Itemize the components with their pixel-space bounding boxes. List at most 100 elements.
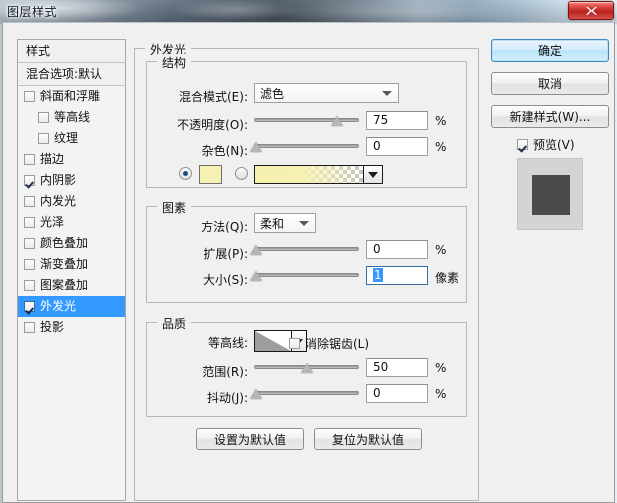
cancel-button[interactable]: 取消 (491, 72, 609, 95)
dialog-body: 样式 混合选项:默认 斜面和浮雕 等高线 纹理 描边 内阴影 内发光 光泽 颜色… (2, 22, 615, 503)
main-panel: 外发光 结构 混合模式(E): 滤色 不透明度(O): 75 % 杂色(N): (134, 39, 479, 501)
sidebar-item-bevel-emboss[interactable]: 斜面和浮雕 (18, 86, 125, 107)
sidebar-item-contour[interactable]: 等高线 (18, 107, 125, 128)
sidebar-item-label: 内阴影 (40, 173, 77, 187)
range-value: 50 (373, 360, 389, 374)
checkbox-texture[interactable] (38, 133, 49, 144)
jitter-value: 0 (373, 386, 381, 400)
sidebar-item-label: 内发光 (40, 194, 77, 208)
noise-input[interactable]: 0 (366, 137, 428, 156)
noise-value: 0 (373, 139, 381, 153)
antialias-label: 消除锯齿(L) (305, 337, 370, 351)
preview-thumbnail (517, 158, 583, 230)
checkbox-preview[interactable] (517, 139, 528, 150)
opacity-input[interactable]: 75 (366, 111, 428, 130)
sidebar-item-gradient-overlay[interactable]: 渐变叠加 (18, 254, 125, 275)
style-list-panel[interactable]: 样式 混合选项:默认 斜面和浮雕 等高线 纹理 描边 内阴影 内发光 光泽 颜色… (17, 39, 126, 501)
spread-label: 扩展(P): (203, 247, 248, 261)
reset-to-default-button[interactable]: 复位为默认值 (314, 428, 422, 450)
set-as-default-button[interactable]: 设置为默认值 (196, 428, 304, 450)
checkbox-stroke[interactable] (24, 154, 35, 165)
checkbox-bevel-emboss[interactable] (24, 91, 35, 102)
blend-mode-select[interactable]: 滤色 (254, 83, 399, 103)
new-style-button[interactable]: 新建样式(W)... (491, 105, 609, 128)
range-slider[interactable] (254, 359, 359, 375)
sidebar-item-outer-glow[interactable]: 外发光 (18, 296, 125, 317)
chevron-down-icon (368, 171, 378, 178)
ok-button[interactable]: 确定 (491, 39, 609, 62)
sidebar-item-label: 图案叠加 (40, 278, 89, 292)
elements-legend: 图素 (157, 199, 192, 216)
size-slider-track[interactable] (254, 273, 359, 277)
range-label: 范围(R): (202, 365, 248, 379)
checkbox-drop-shadow[interactable] (24, 322, 35, 333)
opacity-slider-thumb[interactable] (330, 116, 344, 127)
checkbox-inner-shadow[interactable] (24, 175, 35, 186)
size-unit: 像素 (435, 271, 460, 285)
opacity-value: 75 (373, 113, 389, 127)
sidebar-item-pattern-overlay[interactable]: 图案叠加 (18, 275, 125, 296)
checkbox-satin[interactable] (24, 217, 35, 228)
preview-label: 预览(V) (533, 138, 575, 152)
antialias-checkbox-row[interactable]: 消除锯齿(L) (289, 335, 369, 352)
sidebar-item-label: 纹理 (54, 131, 79, 145)
spread-unit: % (435, 243, 447, 257)
window-title: 图层样式 (7, 5, 58, 19)
gradient-picker[interactable] (254, 165, 383, 184)
spread-slider-thumb[interactable] (250, 245, 263, 256)
gradient-preview[interactable] (255, 166, 363, 183)
sidebar-item-texture[interactable]: 纹理 (18, 128, 125, 149)
checkbox-antialias[interactable] (289, 338, 300, 349)
noise-label: 杂色(N): (201, 144, 248, 158)
checkbox-color-overlay[interactable] (24, 238, 35, 249)
sidebar-item-color-overlay[interactable]: 颜色叠加 (18, 233, 125, 254)
noise-slider[interactable] (250, 138, 359, 154)
checkbox-outer-glow[interactable] (24, 301, 35, 312)
spread-slider[interactable] (250, 241, 359, 257)
noise-slider-track[interactable] (254, 144, 359, 148)
opacity-slider[interactable] (254, 112, 359, 128)
checkbox-gradient-overlay[interactable] (24, 259, 35, 270)
range-input[interactable]: 50 (366, 358, 428, 377)
sidebar-item-label: 光泽 (40, 215, 65, 229)
gradient-fill (255, 166, 363, 183)
gradient-dropdown-button[interactable] (363, 166, 382, 183)
radio-gradient[interactable] (235, 167, 248, 180)
size-slider-thumb[interactable] (250, 271, 263, 282)
glow-color-swatch[interactable] (199, 165, 222, 184)
sidebar-item-label: 投影 (40, 320, 65, 334)
jitter-slider-track[interactable] (254, 391, 359, 395)
style-list-header: 样式 (18, 40, 125, 63)
jitter-slider[interactable] (250, 385, 359, 401)
window-titlebar[interactable]: 图层样式 (0, 0, 617, 22)
size-slider[interactable] (250, 267, 359, 283)
blend-mode-label: 混合模式(E): (179, 90, 248, 104)
close-icon[interactable] (568, 1, 614, 20)
noise-slider-thumb[interactable] (250, 142, 263, 153)
range-slider-thumb[interactable] (300, 363, 314, 374)
spread-value: 0 (373, 242, 381, 256)
jitter-input[interactable]: 0 (366, 384, 428, 403)
sidebar-item-drop-shadow[interactable]: 投影 (18, 317, 125, 338)
technique-label: 方法(Q): (201, 220, 248, 234)
sidebar-item-stroke[interactable]: 描边 (18, 149, 125, 170)
sidebar-item-satin[interactable]: 光泽 (18, 212, 125, 233)
sidebar-item-blending-options[interactable]: 混合选项:默认 (18, 63, 125, 86)
jitter-slider-thumb[interactable] (250, 389, 263, 400)
checkbox-contour[interactable] (38, 112, 49, 123)
radio-solid-color[interactable] (179, 167, 192, 180)
size-input[interactable]: 1 (366, 266, 428, 285)
contour-thumbnail[interactable] (254, 330, 292, 352)
sidebar-item-inner-shadow[interactable]: 内阴影 (18, 170, 125, 191)
preview-checkbox-row[interactable]: 预览(V) (517, 136, 575, 153)
technique-select[interactable]: 柔和 (254, 213, 316, 233)
jitter-label: 抖动(J): (207, 391, 248, 405)
sidebar-item-inner-glow[interactable]: 内发光 (18, 191, 125, 212)
spread-input[interactable]: 0 (366, 240, 428, 259)
sidebar-item-label: 斜面和浮雕 (40, 89, 101, 103)
checkbox-inner-glow[interactable] (24, 196, 35, 207)
spread-slider-track[interactable] (254, 247, 359, 251)
sidebar-item-label: 等高线 (54, 110, 91, 124)
checkbox-pattern-overlay[interactable] (24, 280, 35, 291)
size-value: 1 (373, 268, 383, 282)
